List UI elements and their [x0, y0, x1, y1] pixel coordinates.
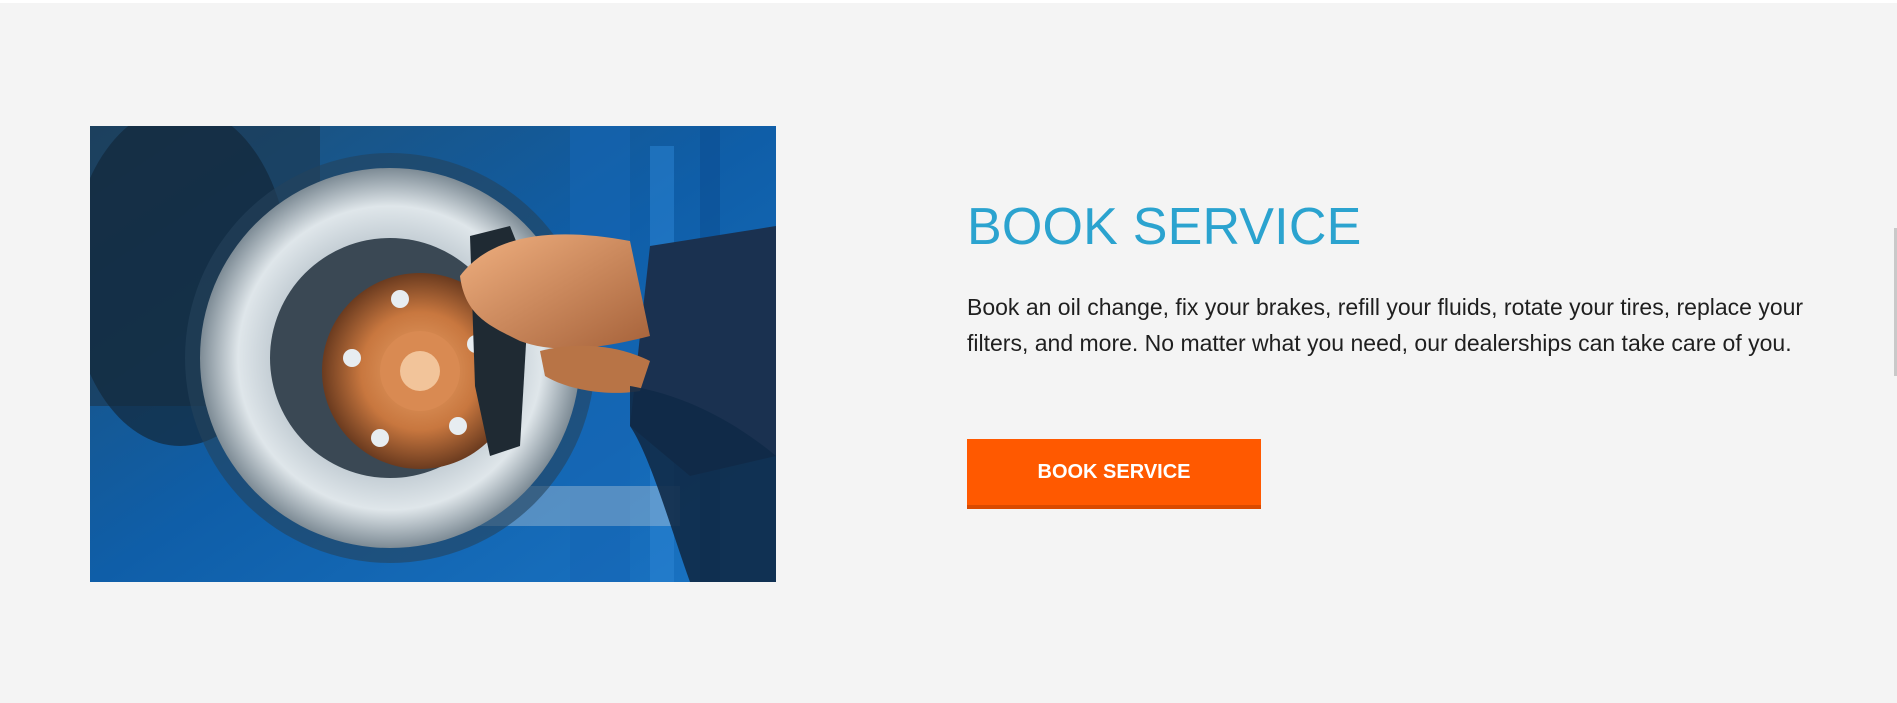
book-service-content: BOOK SERVICE Book an oil change, fix you… [967, 193, 1807, 509]
book-service-section: BOOK SERVICE Book an oil change, fix you… [0, 3, 1897, 703]
section-description: Book an oil change, fix your brakes, ref… [967, 294, 1804, 356]
book-service-button[interactable]: BOOK SERVICE [967, 439, 1261, 509]
brake-service-image [90, 126, 776, 582]
section-heading: BOOK SERVICE [967, 198, 1362, 256]
